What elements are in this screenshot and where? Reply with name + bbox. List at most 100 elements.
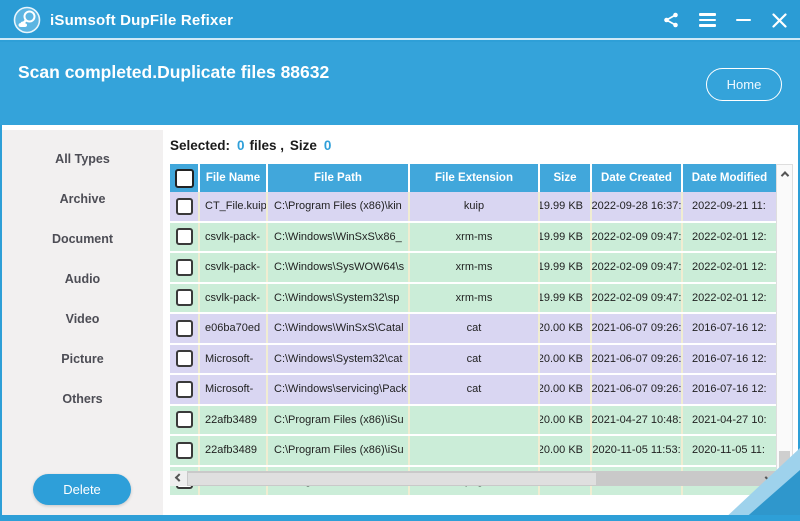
cell-date-created: 2022-02-09 09:47: — [592, 253, 683, 282]
scroll-left-icon[interactable] — [170, 471, 187, 486]
row-checkbox[interactable] — [176, 350, 193, 367]
cell-file-path: C:\Program Files (x86)\iSu — [268, 436, 410, 465]
column-header-file-extension[interactable]: File Extension — [410, 164, 540, 192]
table-header-row: File Name File Path File Extension Size … — [170, 164, 776, 192]
cell-date-modified: 2020-11-05 11: — [683, 436, 776, 465]
sidebar-item-archive[interactable]: Archive — [2, 179, 163, 219]
cell-file-name: Microsoft- — [200, 345, 268, 374]
row-checkbox-cell — [170, 253, 200, 282]
cell-date-created: 2022-02-09 09:47: — [592, 223, 683, 252]
cell-size: 19.99 KB — [540, 192, 592, 221]
cell-date-modified: 2022-02-01 12: — [683, 284, 776, 313]
sidebar: All TypesArchiveDocumentAudioVideoPictur… — [2, 130, 163, 515]
cell-file-extension: cat — [410, 314, 540, 343]
duplicates-table: File Name File Path File Extension Size … — [170, 164, 776, 497]
table-row[interactable]: e06ba70ed C:\Windows\WinSxS\Catal cat 20… — [170, 314, 776, 345]
cell-file-name: csvlk-pack- — [200, 284, 268, 313]
table-row[interactable]: csvlk-pack- C:\Windows\System32\sp xrm-m… — [170, 284, 776, 315]
home-button[interactable]: Home — [706, 68, 782, 101]
horizontal-scroll-thumb[interactable] — [188, 473, 596, 485]
sidebar-item-others[interactable]: Others — [2, 379, 163, 419]
cell-size: 19.99 KB — [540, 253, 592, 282]
page-title: Scan completed.Duplicate files 88632 — [18, 62, 329, 83]
table-row[interactable]: 22afb3489 C:\Program Files (x86)\iSu 20.… — [170, 436, 776, 467]
cell-file-name: 22afb3489 — [200, 436, 268, 465]
cell-date-modified: 2022-02-01 12: — [683, 253, 776, 282]
cell-file-extension: kuip — [410, 192, 540, 221]
cell-date-modified: 2022-02-01 12: — [683, 223, 776, 252]
cell-date-modified: 2022-09-21 11: — [683, 192, 776, 221]
sidebar-item-all-types[interactable]: All Types — [2, 139, 163, 179]
cell-date-created: 2022-09-28 16:37: — [592, 192, 683, 221]
select-all-checkbox[interactable] — [175, 169, 194, 188]
cell-file-extension — [410, 436, 540, 465]
column-header-size[interactable]: Size — [540, 164, 592, 192]
scroll-up-icon[interactable] — [777, 166, 792, 181]
delete-button[interactable]: Delete — [33, 474, 131, 505]
row-checkbox-cell — [170, 192, 200, 221]
table-row[interactable]: 22afb3489 C:\Program Files (x86)\iSu 20.… — [170, 406, 776, 437]
table-row[interactable]: csvlk-pack- C:\Windows\WinSxS\x86_ xrm-m… — [170, 223, 776, 254]
column-header-date-created[interactable]: Date Created — [592, 164, 683, 192]
row-checkbox-cell — [170, 223, 200, 252]
share-icon[interactable] — [660, 9, 682, 31]
sidebar-item-video[interactable]: Video — [2, 299, 163, 339]
row-checkbox[interactable] — [176, 320, 193, 337]
row-checkbox[interactable] — [176, 259, 193, 276]
close-icon[interactable] — [768, 9, 790, 31]
cell-file-path: C:\Windows\WinSxS\Catal — [268, 314, 410, 343]
cell-file-extension: xrm-ms — [410, 223, 540, 252]
column-header-file-name[interactable]: File Name — [200, 164, 268, 192]
size-value: 0 — [324, 138, 332, 153]
cell-file-path: C:\Program Files (x86)\iSu — [268, 406, 410, 435]
table-row[interactable]: csvlk-pack- C:\Windows\SysWOW64\s xrm-ms… — [170, 253, 776, 284]
cell-file-name: CT_File.kuip — [200, 192, 268, 221]
selection-summary: Selected:0files , Size0 — [170, 138, 336, 153]
cell-size: 20.00 KB — [540, 314, 592, 343]
column-header-date-modified[interactable]: Date Modified — [683, 164, 776, 192]
header: Scan completed.Duplicate files 88632 Hom… — [0, 42, 800, 125]
row-checkbox[interactable] — [176, 442, 193, 459]
table-row[interactable]: Microsoft- C:\Windows\System32\cat cat 2… — [170, 345, 776, 376]
cell-date-created: 2022-02-09 09:47: — [592, 284, 683, 313]
cell-file-name: csvlk-pack- — [200, 223, 268, 252]
selected-count: 0 — [237, 138, 245, 153]
row-checkbox[interactable] — [176, 381, 193, 398]
cell-date-created: 2020-11-05 11:53: — [592, 436, 683, 465]
cell-date-created: 2021-04-27 10:48: — [592, 406, 683, 435]
row-checkbox-cell — [170, 284, 200, 313]
horizontal-scrollbar[interactable] — [170, 471, 776, 486]
row-checkbox[interactable] — [176, 228, 193, 245]
sidebar-item-audio[interactable]: Audio — [2, 259, 163, 299]
table-row[interactable]: CT_File.kuip C:\Program Files (x86)\kin … — [170, 192, 776, 223]
cell-file-name: csvlk-pack- — [200, 253, 268, 282]
row-checkbox-cell — [170, 314, 200, 343]
menu-icon[interactable] — [696, 9, 718, 31]
cell-file-path: C:\Windows\WinSxS\x86_ — [268, 223, 410, 252]
row-checkbox[interactable] — [176, 289, 193, 306]
row-checkbox-cell — [170, 436, 200, 465]
app-window: iSumsoft DupFile Refixer — [0, 0, 800, 521]
row-checkbox[interactable] — [176, 411, 193, 428]
cell-file-path: C:\Windows\SysWOW64\s — [268, 253, 410, 282]
row-checkbox-cell — [170, 345, 200, 374]
cell-date-created: 2021-06-07 09:26: — [592, 314, 683, 343]
title-bar: iSumsoft DupFile Refixer — [0, 0, 800, 40]
cell-date-modified: 2016-07-16 12: — [683, 314, 776, 343]
cell-file-extension: cat — [410, 345, 540, 374]
row-checkbox-cell — [170, 375, 200, 404]
sidebar-item-document[interactable]: Document — [2, 219, 163, 259]
app-logo-icon — [13, 6, 41, 34]
cell-file-name: e06ba70ed — [200, 314, 268, 343]
sidebar-item-picture[interactable]: Picture — [2, 339, 163, 379]
minimize-icon[interactable] — [732, 9, 754, 31]
row-checkbox[interactable] — [176, 198, 193, 215]
column-header-file-path[interactable]: File Path — [268, 164, 410, 192]
cell-date-modified: 2021-04-27 10: — [683, 406, 776, 435]
selected-label: Selected: — [170, 138, 230, 153]
cell-file-path: C:\Windows\servicing\Pack — [268, 375, 410, 404]
cell-file-name: 22afb3489 — [200, 406, 268, 435]
cell-date-modified: 2016-07-16 12: — [683, 345, 776, 374]
table-row[interactable]: Microsoft- C:\Windows\servicing\Pack cat… — [170, 375, 776, 406]
cell-file-path: C:\Windows\System32\cat — [268, 345, 410, 374]
